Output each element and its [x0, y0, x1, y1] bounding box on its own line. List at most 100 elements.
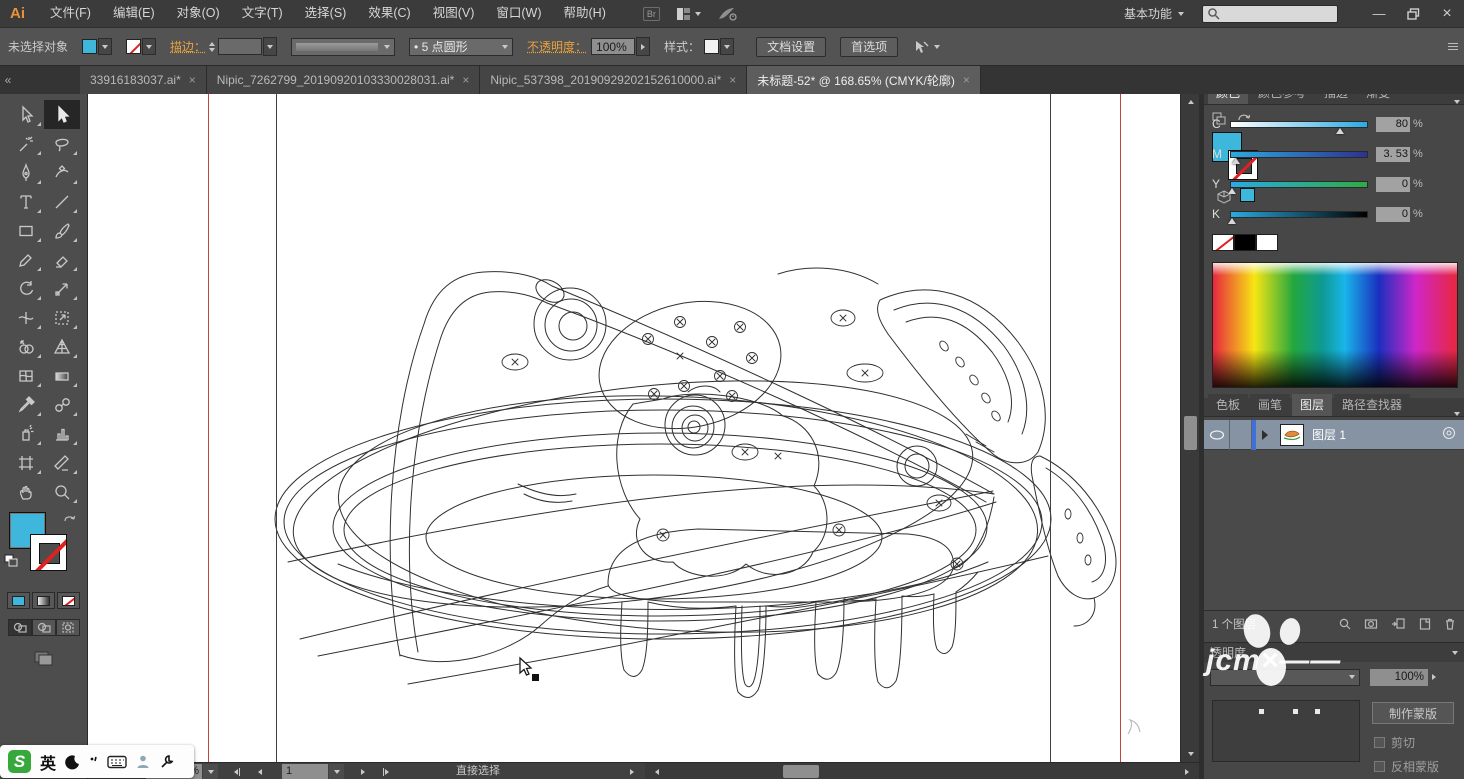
slider-handle[interactable] — [1228, 218, 1236, 224]
document-tab-1[interactable]: 33916183037.ai* × — [80, 66, 207, 94]
tool-shape-builder[interactable] — [8, 332, 44, 361]
document-tab-4-active[interactable]: 未标题-52* @ 168.65% (CMYK/轮廓) × — [747, 66, 981, 94]
default-fill-stroke-icon[interactable] — [4, 554, 20, 568]
tool-symbol-sprayer[interactable] — [8, 419, 44, 448]
close-icon[interactable]: × — [189, 73, 196, 87]
vertical-scroll-thumb[interactable] — [1184, 416, 1197, 450]
vertical-scrollbar[interactable] — [1180, 94, 1199, 762]
canvas[interactable] — [88, 94, 1180, 762]
punctuation-icon[interactable] — [90, 755, 98, 769]
invert-mask-checkbox[interactable]: 反相蒙版 — [1374, 758, 1439, 775]
artboard-dropdown[interactable] — [329, 764, 344, 779]
tool-width[interactable] — [8, 303, 44, 332]
menu-type[interactable]: 文字(T) — [231, 0, 294, 27]
tool-paintbrush[interactable] — [44, 216, 80, 245]
close-icon[interactable]: × — [963, 73, 970, 87]
scroll-left-icon[interactable] — [647, 763, 666, 779]
stroke-swatch[interactable] — [30, 534, 67, 571]
tab-brushes[interactable]: 画笔 — [1250, 394, 1290, 416]
tool-pencil[interactable] — [8, 245, 44, 274]
tool-line[interactable] — [44, 187, 80, 216]
collapse-icons-chevron[interactable]: « — [0, 66, 16, 94]
ime-language-toggle[interactable]: 英 — [40, 750, 56, 774]
tool-blend[interactable] — [44, 390, 80, 419]
layer-thumbnail[interactable] — [1280, 424, 1304, 446]
opacity-stepper-icon[interactable] — [1432, 674, 1436, 680]
screen-mode-button[interactable] — [0, 650, 87, 668]
tool-slice[interactable] — [44, 448, 80, 477]
restore-button[interactable] — [1396, 0, 1430, 27]
stroke-weight-stepper[interactable] — [209, 42, 215, 52]
new-layer-icon[interactable] — [1418, 617, 1432, 631]
arrange-documents-button[interactable] — [676, 7, 701, 21]
moon-icon[interactable] — [65, 754, 81, 770]
close-icon[interactable]: × — [729, 73, 736, 87]
black-slider[interactable] — [1230, 211, 1368, 218]
tool-eyedropper[interactable] — [8, 390, 44, 419]
tool-direct-selection[interactable] — [44, 100, 80, 129]
tool-magic-wand[interactable] — [8, 129, 44, 158]
menu-file[interactable]: 文件(F) — [39, 0, 102, 27]
preferences-button[interactable]: 首选项 — [840, 37, 898, 57]
make-mask-button[interactable]: 制作蒙版 — [1372, 702, 1454, 724]
tool-lasso[interactable] — [44, 129, 80, 158]
tab-swatches[interactable]: 色板 — [1208, 394, 1248, 416]
stroke-color-dropdown[interactable] — [142, 38, 156, 55]
fill-color-dropdown[interactable] — [98, 38, 112, 55]
horizontal-scroll-thumb[interactable] — [783, 765, 819, 778]
transparency-panel-header[interactable]: 透明度 — [1204, 642, 1464, 662]
tool-column-graph[interactable] — [44, 419, 80, 448]
soft-keyboard-icon[interactable] — [107, 755, 127, 769]
tool-rectangle[interactable] — [8, 216, 44, 245]
user-icon[interactable] — [136, 754, 150, 769]
document-tab-3[interactable]: Nipic_537398_20190929202152610000.ai* × — [480, 66, 747, 94]
tool-zoom[interactable] — [44, 477, 80, 506]
first-artboard-button[interactable] — [228, 764, 245, 779]
panel-menu-icon[interactable] — [1452, 651, 1458, 655]
selection-tools-menu[interactable] — [912, 39, 940, 55]
slider-handle[interactable] — [1336, 128, 1344, 134]
close-icon[interactable]: × — [462, 73, 469, 87]
search-input[interactable] — [1202, 5, 1338, 23]
layer-row[interactable]: 图层 1 — [1204, 420, 1464, 450]
control-panel-menu-icon[interactable] — [1448, 43, 1458, 50]
tool-mesh[interactable] — [8, 361, 44, 390]
new-sublayer-icon[interactable] — [1390, 617, 1406, 631]
bridge-button[interactable]: Br — [643, 7, 660, 21]
tab-pathfinder[interactable]: 路径查找器 — [1334, 394, 1410, 416]
zoom-dropdown[interactable] — [203, 764, 218, 779]
tool-pen[interactable] — [8, 158, 44, 187]
slider-handle[interactable] — [1228, 188, 1236, 194]
last-artboard-button[interactable] — [377, 764, 394, 779]
opacity-panel-link[interactable]: 不透明度： — [527, 38, 587, 55]
stroke-weight-field[interactable] — [218, 38, 262, 55]
tool-curvature[interactable] — [44, 158, 80, 187]
yellow-value-field[interactable]: 0 — [1376, 177, 1410, 192]
horizontal-scrollbar[interactable] — [645, 762, 1199, 779]
style-swatch[interactable] — [704, 39, 719, 54]
document-setup-button[interactable]: 文档设置 — [756, 37, 826, 57]
panel-menu-icon[interactable] — [1454, 100, 1460, 104]
current-tool-label[interactable]: 直接选择 — [408, 764, 548, 779]
menu-edit[interactable]: 编辑(E) — [102, 0, 166, 27]
scroll-right-icon[interactable] — [1177, 763, 1196, 779]
blend-mode-dropdown[interactable] — [1210, 669, 1360, 686]
draw-behind-button[interactable] — [32, 619, 56, 636]
layer-visibility-toggle[interactable] — [1204, 420, 1230, 450]
cyan-value-field[interactable]: 80 — [1376, 117, 1410, 132]
magenta-value-field[interactable]: 3. 53 — [1376, 147, 1410, 162]
black-swatch[interactable] — [1234, 234, 1256, 251]
minimize-button[interactable]: — — [1362, 0, 1396, 27]
magenta-slider[interactable] — [1230, 151, 1368, 158]
artboard-number-field[interactable]: 1 — [282, 764, 328, 779]
none-swatch[interactable] — [1212, 234, 1234, 251]
tool-perspective-grid[interactable] — [44, 332, 80, 361]
white-swatch[interactable] — [1256, 234, 1278, 251]
tool-hand[interactable] — [8, 477, 44, 506]
sogou-logo[interactable]: S — [8, 750, 31, 773]
slider-handle[interactable] — [1232, 158, 1240, 164]
scroll-down-icon[interactable] — [1181, 746, 1200, 762]
color-mode-button[interactable] — [7, 592, 30, 609]
yellow-slider[interactable] — [1230, 181, 1368, 188]
stroke-weight-dropdown[interactable] — [263, 37, 277, 56]
